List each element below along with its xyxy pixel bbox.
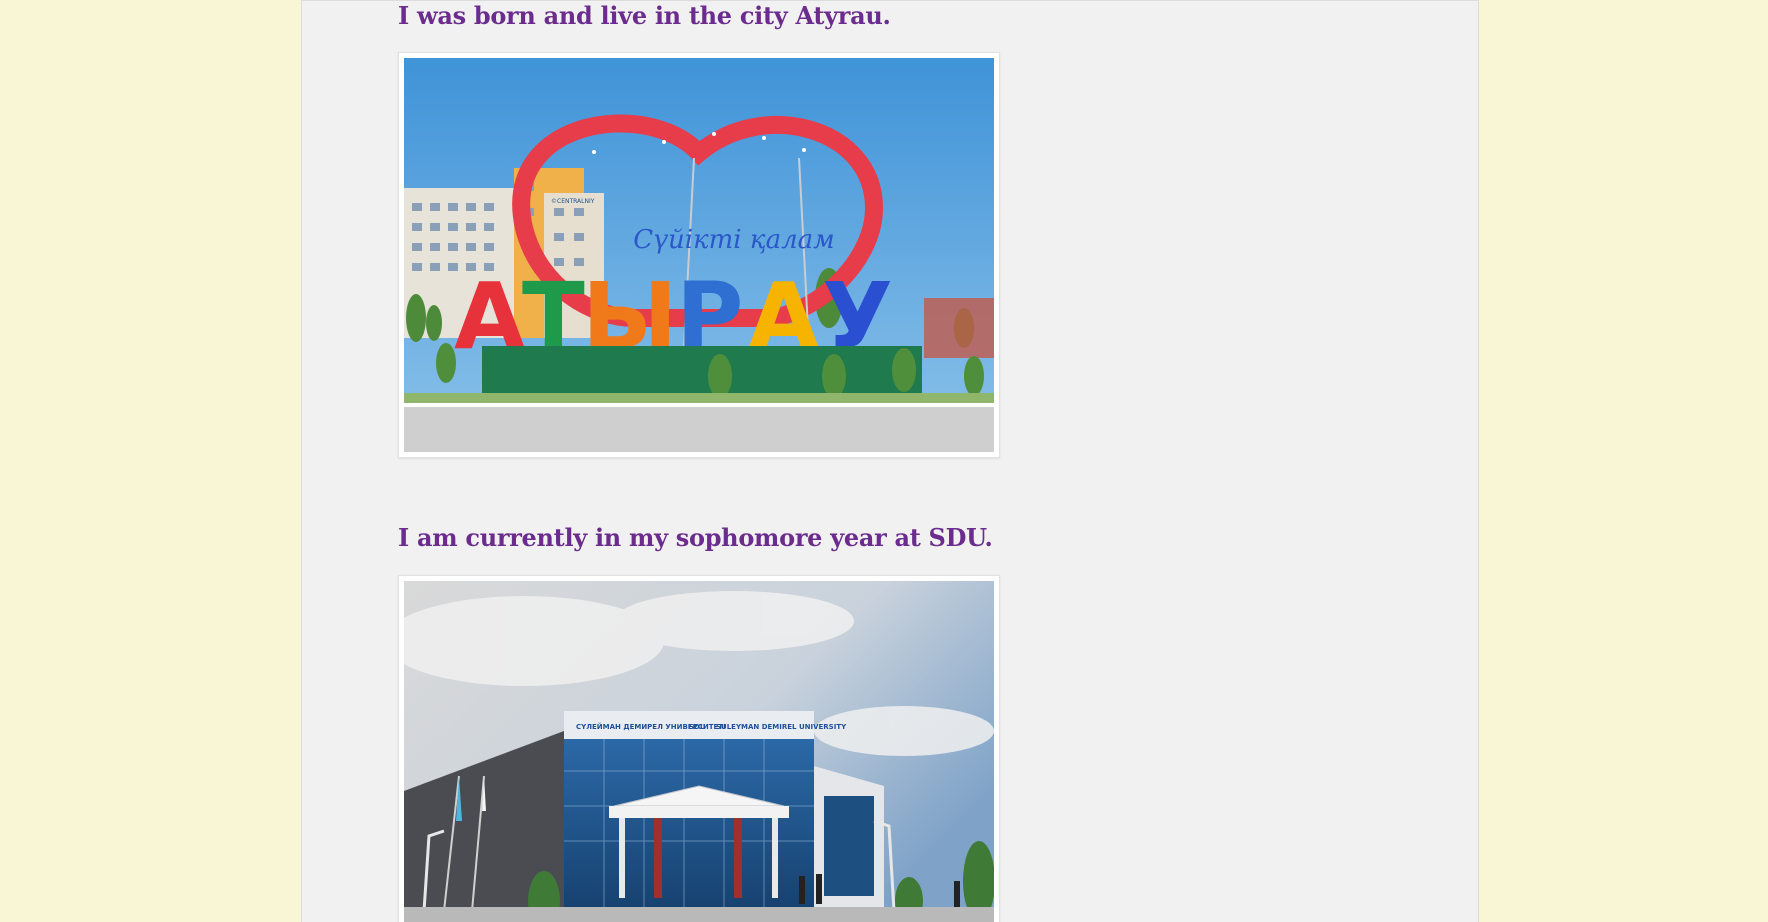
section-heading-atyrau: I was born and live in the city Atyrau. (398, 1, 891, 30)
sdu-university-building-photo: СҮЛЕЙМАН ДЕМИРЕЛ УНИВЕРСИТЕТІ SDU SULEYM… (404, 581, 994, 922)
sdu-photo-frame[interactable]: СҮЛЕЙМАН ДЕМИРЕЛ УНИВЕРСИТЕТІ SDU SULEYM… (398, 575, 1000, 922)
atyrau-city-sign-photo: ©CENTRALNIY Сүйікті қалам А Т Ы Р А У (404, 58, 994, 452)
sign-script-text: Сүйікті қалам (633, 225, 834, 255)
section-heading-sdu: I am currently in my sophomore year at S… (398, 523, 993, 552)
sign-base (482, 346, 922, 394)
atyrau-photo-frame[interactable]: ©CENTRALNIY Сүйікті қалам А Т Ы Р А У (398, 52, 1000, 458)
building-sign-right: SULEYMAN DEMIREL UNIVERSITY (716, 723, 847, 731)
building-sign-logo: SDU (689, 723, 706, 731)
page: I was born and live in the city Atyrau. (0, 0, 1768, 922)
building-sign-text: ©CENTRALNIY (551, 198, 595, 205)
